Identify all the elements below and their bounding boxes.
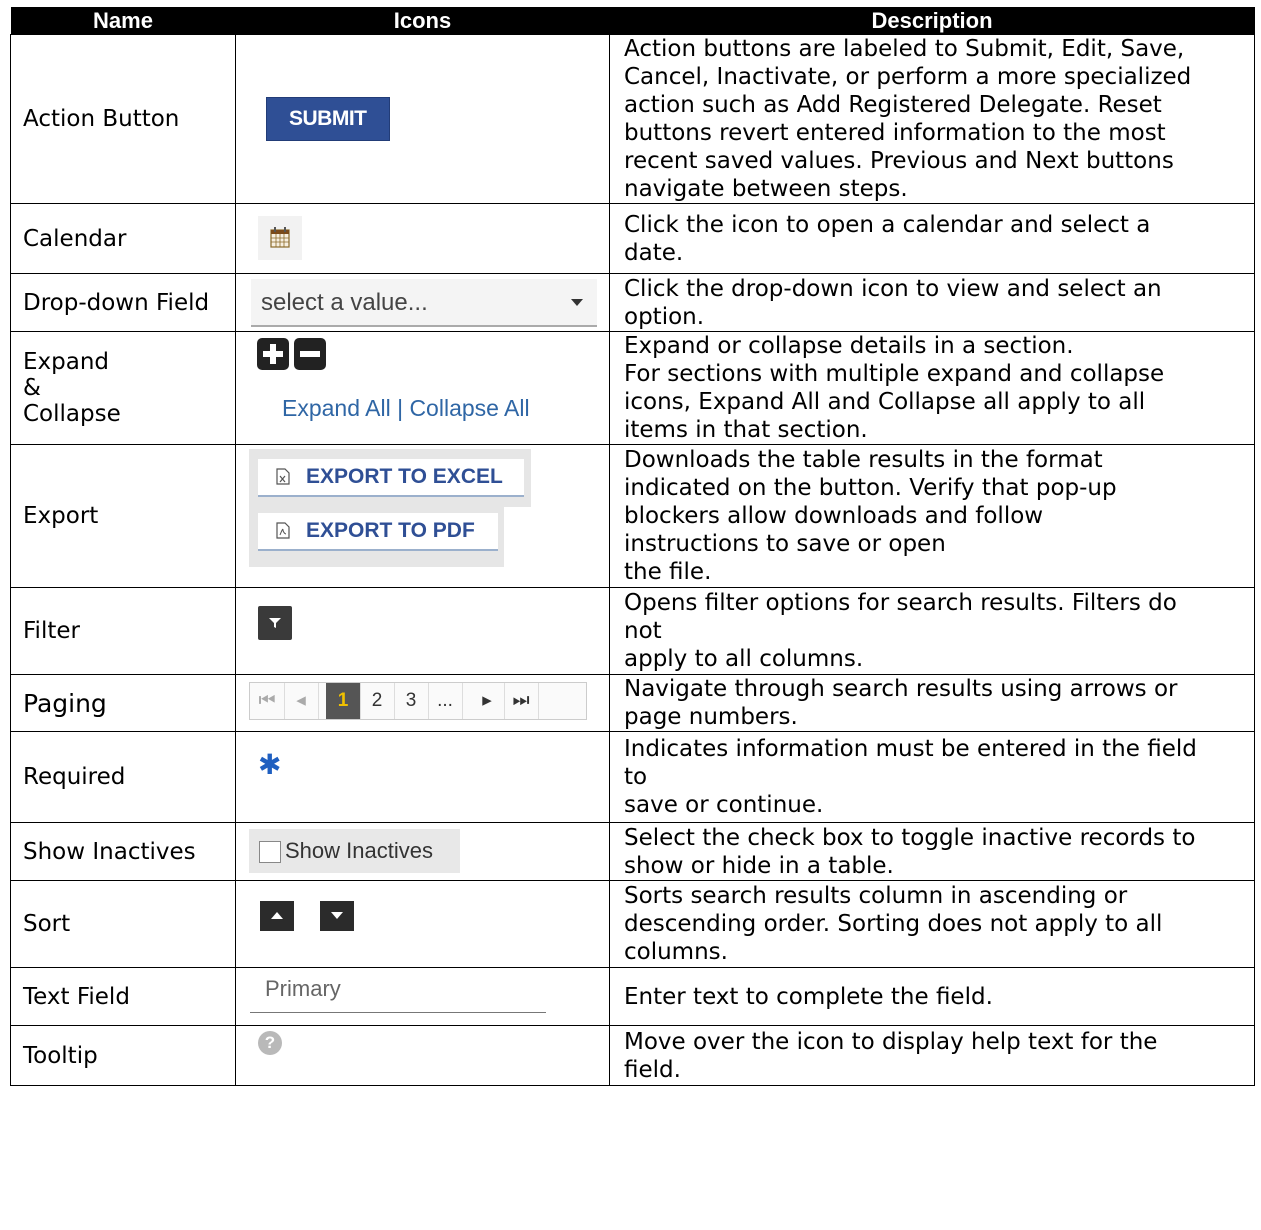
page-number[interactable]: 2 [360, 683, 395, 719]
dropdown-field[interactable]: select a value... [251, 279, 597, 327]
name-cell: Action Button [10, 34, 236, 204]
name-cell: Show Inactives [10, 822, 236, 881]
export-pdf-button[interactable]: EXPORT TO PDF [258, 513, 498, 551]
page-number-active[interactable]: 1 [326, 683, 361, 719]
submit-button[interactable]: SUBMIT [266, 97, 390, 141]
dropdown-value: select a value... [261, 289, 428, 316]
name-cell: Required [10, 731, 236, 823]
show-inactives-label[interactable]: Show Inactives [285, 838, 433, 864]
row-export: Export EXPORT TO EXCEL EXPORT TO PDF Dow… [10, 444, 1255, 588]
row-dropdown: Drop-down Field select a value... Click … [10, 273, 1255, 332]
name-cell: Tooltip [10, 1025, 236, 1086]
row-action-button: Action Button SUBMIT Action buttons are … [10, 34, 1255, 204]
sort-descending-icon[interactable] [320, 901, 354, 931]
last-page-icon[interactable]: ⏭ [504, 683, 539, 719]
description-cell: Enter text to complete the field. [609, 967, 1255, 1026]
row-sort: Sort Sorts search results column in asce… [10, 880, 1255, 968]
description-cell: Opens filter options for search results.… [609, 587, 1255, 675]
reference-table: Name Icons Description Action Button SUB… [10, 7, 1255, 1086]
row-text-field: Text Field Primary Enter text to complet… [10, 967, 1255, 1026]
pdf-file-icon [276, 522, 290, 539]
description-cell: Downloads the table results in the forma… [609, 444, 1255, 588]
name-cell: Drop-down Field [10, 273, 236, 332]
name-cell: Sort [10, 880, 236, 968]
next-page-icon[interactable]: ▸ [470, 683, 505, 719]
description-cell: Action buttons are labeled to Submit, Ed… [609, 34, 1255, 204]
header-name: Name [10, 7, 236, 35]
row-filter: Filter Opens filter options for search r… [10, 587, 1255, 675]
text-field[interactable]: Primary [250, 972, 546, 1013]
pager: ⏮ ◂ 1 2 3 ... ▸ ⏭ [249, 682, 587, 720]
row-required: Required ✱ Indicates information must be… [10, 731, 1255, 823]
export-excel-button[interactable]: EXPORT TO EXCEL [258, 459, 524, 497]
header-icons: Icons [235, 7, 610, 35]
filter-icon[interactable] [258, 606, 292, 640]
collapse-minus-icon[interactable] [294, 338, 326, 370]
expand-collapse-all-links[interactable]: Expand All | Collapse All [282, 395, 530, 422]
name-cell: Text Field [10, 967, 236, 1026]
description-cell: Expand or collapse details in a section.… [609, 331, 1255, 445]
name-cell: Export [10, 444, 236, 588]
page-number[interactable]: 3 [394, 683, 429, 719]
description-cell: Select the check box to toggle inactive … [609, 822, 1255, 881]
chevron-down-icon[interactable] [571, 299, 583, 306]
header-description: Description [609, 7, 1255, 35]
row-show-inactives: Show Inactives Show Inactives Select the… [10, 822, 1255, 881]
row-paging: Paging ⏮ ◂ 1 2 3 ... ▸ ⏭ Navigate throug… [10, 674, 1255, 732]
name-cell: Paging [10, 674, 236, 732]
row-tooltip: Tooltip ? Move over the icon to display … [10, 1025, 1255, 1086]
show-inactives-checkbox[interactable] [259, 841, 281, 863]
description-cell: Click the drop-down icon to view and sel… [609, 273, 1255, 332]
description-cell: Click the icon to open a calendar and se… [609, 203, 1255, 274]
expand-plus-icon[interactable] [257, 338, 289, 370]
first-page-icon[interactable]: ⏮ [250, 683, 285, 719]
description-cell: Sorts search results column in ascending… [609, 880, 1255, 968]
prev-page-icon[interactable]: ◂ [284, 683, 319, 719]
name-cell: Calendar [10, 203, 236, 274]
name-cell: Expand & Collapse [10, 331, 236, 445]
description-cell: Indicates information must be entered in… [609, 731, 1255, 823]
calendar-icon[interactable] [258, 216, 302, 260]
row-calendar: Calendar Click the icon to open a calend… [10, 203, 1255, 274]
show-inactives-control: Show Inactives [249, 829, 460, 873]
sort-ascending-icon[interactable] [260, 901, 294, 931]
text-field-value: Primary [265, 976, 341, 1001]
description-cell: Navigate through search results using ar… [609, 674, 1255, 732]
page-ellipsis[interactable]: ... [428, 683, 463, 719]
description-cell: Move over the icon to display help text … [609, 1025, 1255, 1086]
asterisk-icon: ✱ [258, 748, 282, 781]
help-icon[interactable]: ? [258, 1031, 282, 1055]
name-cell: Filter [10, 587, 236, 675]
row-expand-collapse: Expand & Collapse Expand All | Collapse … [10, 331, 1255, 445]
excel-file-icon [276, 468, 290, 485]
